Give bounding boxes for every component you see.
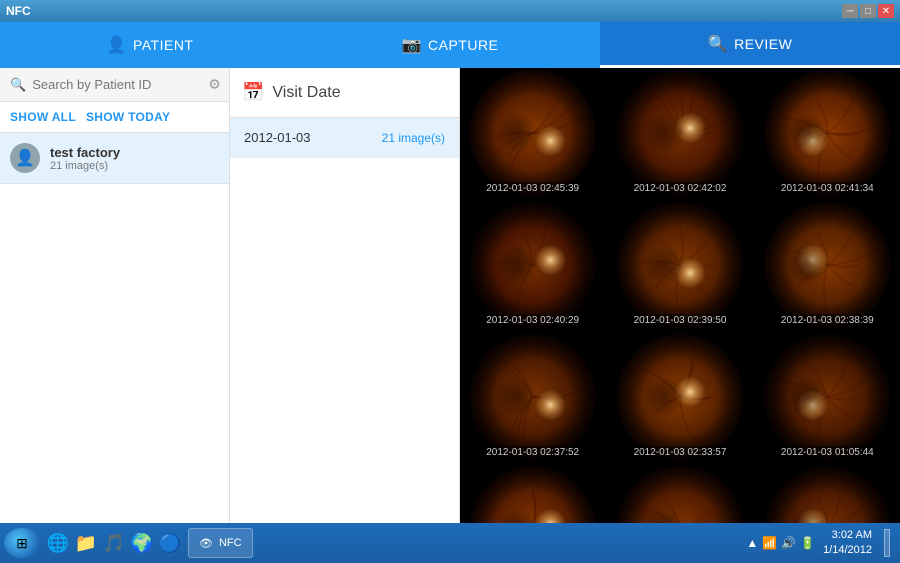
image-timestamp: 2012-01-03 02:38:39 [755, 314, 900, 327]
visit-item[interactable]: 2012-01-03 21 image(s) [230, 118, 459, 158]
capture-nav-icon: 📷 [402, 35, 422, 55]
left-panel: 🔍 ⚙ SHOW ALL SHOW TODAY 👤 test factory 2… [0, 68, 230, 523]
eye-image-cell[interactable]: 2012-01-03 02:41:34 [755, 68, 900, 198]
tray-volume-icon[interactable]: 🔊 [781, 536, 796, 550]
taskbar-browser-icon[interactable]: 🌍 [128, 529, 156, 557]
taskbar-nfc-app[interactable]: 👁 NFC [188, 528, 253, 558]
taskbar-ie-icon[interactable]: 🌐 [44, 529, 72, 557]
eye-image-cell[interactable]: 2012-01-03 02:37:52 [460, 332, 605, 462]
eye-image-cell[interactable]: 2012-01-03 02:42:02 [607, 68, 752, 198]
taskbar: ⊞ 🌐 📁 🎵 🌍 🔵 👁 NFC ▲ 📶 🔊 🔋 3:02 AM1/14/20… [0, 523, 900, 563]
title-bar: NFC ─ □ ✕ [0, 0, 900, 22]
gear-icon[interactable]: ⚙ [208, 76, 221, 93]
visit-date: 2012-01-03 [244, 130, 311, 145]
window-controls: ─ □ ✕ [842, 4, 894, 18]
image-timestamp: 2012-01-03 02:42:02 [607, 182, 752, 195]
tray-network-icon[interactable]: 📶 [762, 536, 777, 550]
taskbar-app-icon-eye: 👁 [199, 537, 213, 550]
retina-canvas [607, 464, 752, 523]
taskbar-folder-icon[interactable]: 📁 [72, 529, 100, 557]
image-timestamp: 2012-01-03 02:45:39 [460, 182, 605, 195]
retina-canvas [460, 464, 605, 523]
retina-canvas [607, 68, 752, 198]
eye-image-cell[interactable]: 2012-01-03 02:38:39 [755, 200, 900, 330]
nav-review-label: REVIEW [734, 36, 792, 52]
search-bar: 🔍 ⚙ [0, 68, 229, 102]
nav-patient[interactable]: 👤 PATIENT [0, 22, 300, 68]
main-content: 🔍 ⚙ SHOW ALL SHOW TODAY 👤 test factory 2… [0, 68, 900, 523]
minimize-button[interactable]: ─ [842, 4, 858, 18]
retina-canvas [755, 68, 900, 198]
eye-image-cell[interactable]: 2012-01-03 02:33:57 [607, 332, 752, 462]
clock-display[interactable]: 3:02 AM1/14/2012 [823, 528, 872, 559]
image-timestamp: 2012-01-03 02:39:50 [607, 314, 752, 327]
title-text: NFC [6, 4, 31, 18]
eye-image-cell[interactable]: 2012-01-03 01:03:50 [755, 464, 900, 523]
show-desktop-button[interactable] [884, 529, 890, 557]
show-all-button[interactable]: SHOW ALL [10, 110, 76, 124]
start-button[interactable]: ⊞ [4, 528, 40, 558]
search-input[interactable] [32, 77, 208, 92]
eye-image-cell[interactable]: 2012-01-03 02:45:39 [460, 68, 605, 198]
visit-panel: 📅 Visit Date 2012-01-03 21 image(s) [230, 68, 460, 523]
eye-image-cell[interactable]: 2012-01-03 01:04:26 [607, 464, 752, 523]
patient-avatar: 👤 [10, 143, 40, 173]
taskbar-right: ▲ 📶 🔊 🔋 3:02 AM1/14/2012 [746, 528, 896, 559]
tray-battery-icon[interactable]: 🔋 [800, 536, 815, 550]
show-today-button[interactable]: SHOW TODAY [86, 110, 170, 124]
close-button[interactable]: ✕ [878, 4, 894, 18]
patient-item[interactable]: 👤 test factory 21 image(s) [0, 133, 229, 184]
taskbar-app-label: NFC [219, 537, 242, 549]
filter-row: SHOW ALL SHOW TODAY [0, 102, 229, 133]
taskbar-app-icon[interactable]: 🔵 [156, 529, 184, 557]
image-grid-panel: 2012-01-03 02:45:392012-01-03 02:42:0220… [460, 68, 900, 523]
image-timestamp: 2012-01-03 02:37:52 [460, 446, 605, 459]
patient-count: 21 image(s) [50, 160, 120, 172]
nav-capture-label: CAPTURE [428, 37, 498, 53]
calendar-icon: 📅 [242, 82, 264, 103]
retina-canvas [460, 200, 605, 330]
eye-image-cell[interactable]: 2012-01-03 01:05:08 [460, 464, 605, 523]
tray-arrow-icon[interactable]: ▲ [746, 536, 758, 550]
patient-list: 👤 test factory 21 image(s) [0, 133, 229, 523]
retina-canvas [755, 332, 900, 462]
nav-capture[interactable]: 📷 CAPTURE [300, 22, 600, 68]
image-timestamp: 2012-01-03 01:05:44 [755, 446, 900, 459]
eye-image-cell[interactable]: 2012-01-03 02:39:50 [607, 200, 752, 330]
visit-header: 📅 Visit Date [230, 68, 459, 118]
patient-name: test factory [50, 145, 120, 160]
image-timestamp: 2012-01-03 02:41:34 [755, 182, 900, 195]
image-timestamp: 2012-01-03 02:40:29 [460, 314, 605, 327]
maximize-button[interactable]: □ [860, 4, 876, 18]
nav-patient-label: PATIENT [133, 37, 194, 53]
retina-canvas [755, 200, 900, 330]
nav-review[interactable]: 🔍 REVIEW [600, 22, 900, 68]
patient-info: test factory 21 image(s) [50, 145, 120, 172]
retina-canvas [607, 332, 752, 462]
eye-image-cell[interactable]: 2012-01-03 01:05:44 [755, 332, 900, 462]
retina-canvas [755, 464, 900, 523]
retina-canvas [460, 332, 605, 462]
search-icon: 🔍 [10, 77, 26, 93]
eye-image-cell[interactable]: 2012-01-03 02:40:29 [460, 200, 605, 330]
image-timestamp: 2012-01-03 02:33:57 [607, 446, 752, 459]
visit-header-label: Visit Date [272, 84, 340, 102]
retina-canvas [460, 68, 605, 198]
top-nav: 👤 PATIENT 📷 CAPTURE 🔍 REVIEW [0, 22, 900, 68]
retina-canvas [607, 200, 752, 330]
visit-count: 21 image(s) [382, 131, 445, 145]
system-tray: ▲ 📶 🔊 🔋 [746, 536, 815, 550]
taskbar-media-icon[interactable]: 🎵 [100, 529, 128, 557]
patient-nav-icon: 👤 [107, 35, 127, 55]
review-nav-icon: 🔍 [708, 34, 728, 54]
